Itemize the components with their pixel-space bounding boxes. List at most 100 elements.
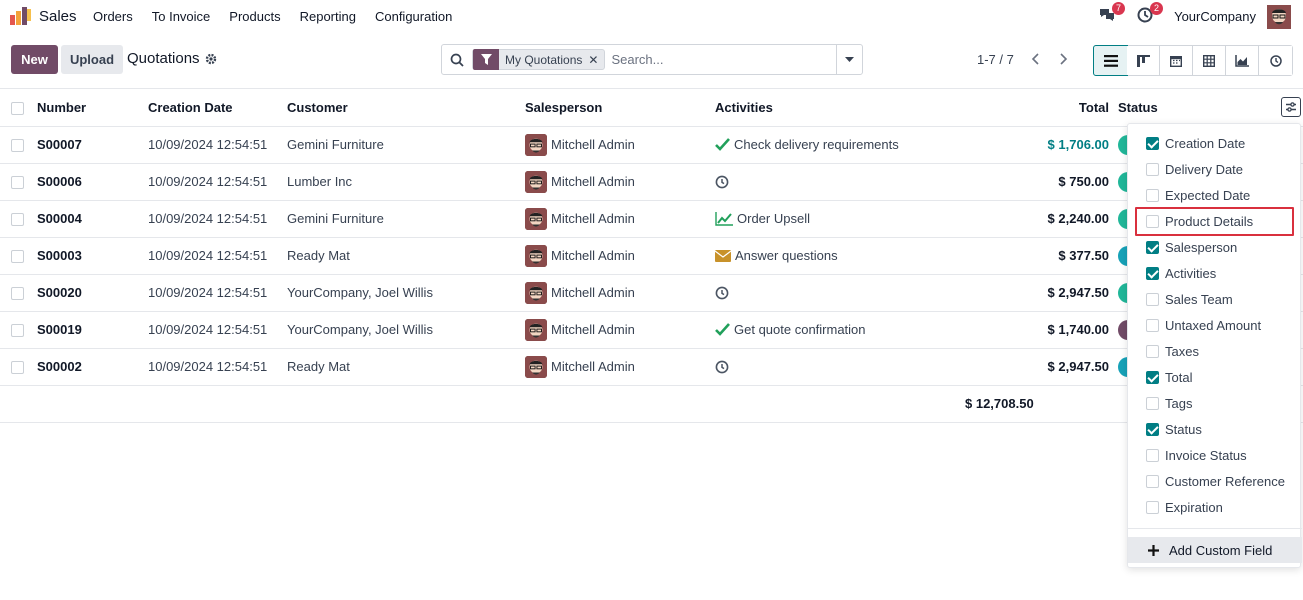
order-number[interactable]: S00003 bbox=[37, 237, 148, 275]
row-checkbox[interactable] bbox=[11, 213, 24, 227]
chart-up-icon[interactable] bbox=[715, 211, 733, 226]
upload-button[interactable]: Upload bbox=[61, 45, 123, 74]
table-row[interactable]: S00002 10/09/2024 12:54:51 Ready Mat Mit… bbox=[0, 348, 1303, 386]
optional-field-checkbox[interactable] bbox=[1146, 162, 1159, 176]
column-status[interactable]: Status bbox=[1118, 89, 1303, 127]
optional-field-invoice-status[interactable]: Invoice Status bbox=[1128, 442, 1302, 468]
gear-icon[interactable] bbox=[205, 53, 217, 65]
order-number[interactable]: S00002 bbox=[37, 348, 148, 386]
optional-field-untaxed-amount[interactable]: Untaxed Amount bbox=[1128, 312, 1302, 338]
optional-field-creation-date[interactable]: Creation Date bbox=[1128, 130, 1302, 156]
column-activities[interactable]: Activities bbox=[715, 89, 965, 127]
optional-field-checkbox[interactable] bbox=[1146, 344, 1159, 358]
activity-cell[interactable] bbox=[715, 175, 965, 189]
optional-field-checkbox[interactable] bbox=[1146, 240, 1159, 254]
table-row[interactable]: S00020 10/09/2024 12:54:51 YourCompany, … bbox=[0, 274, 1303, 312]
select-all-checkbox[interactable] bbox=[11, 101, 24, 115]
optional-field-delivery-date[interactable]: Delivery Date bbox=[1128, 156, 1302, 182]
remove-facet-icon[interactable]: ✕ bbox=[588, 53, 604, 67]
optional-field-checkbox[interactable] bbox=[1146, 396, 1159, 410]
pager-previous-icon[interactable] bbox=[1021, 45, 1049, 73]
activity-cell[interactable]: Get quote confirmation bbox=[715, 322, 965, 337]
pager-value[interactable]: 1-7 / 7 bbox=[977, 52, 1014, 67]
list-view-icon[interactable] bbox=[1093, 45, 1128, 76]
messages-icon[interactable]: 7 bbox=[1096, 2, 1125, 26]
menu-products[interactable]: Products bbox=[229, 9, 280, 24]
menu-reporting[interactable]: Reporting bbox=[300, 9, 356, 24]
row-checkbox[interactable] bbox=[11, 139, 24, 153]
row-checkbox[interactable] bbox=[11, 361, 24, 375]
order-number[interactable]: S00006 bbox=[37, 163, 148, 201]
user-avatar[interactable] bbox=[1267, 5, 1291, 29]
clock-icon[interactable] bbox=[715, 286, 729, 300]
optional-field-checkbox[interactable] bbox=[1146, 266, 1159, 280]
optional-field-checkbox[interactable] bbox=[1146, 292, 1159, 306]
table-row[interactable]: S00004 10/09/2024 12:54:51 Gemini Furnit… bbox=[0, 200, 1303, 238]
optional-field-checkbox[interactable] bbox=[1146, 500, 1159, 514]
optional-field-checkbox[interactable] bbox=[1146, 136, 1159, 150]
column-customer[interactable]: Customer bbox=[287, 89, 525, 127]
add-custom-field-button[interactable]: Add Custom Field bbox=[1128, 537, 1302, 563]
optional-field-checkbox[interactable] bbox=[1146, 448, 1159, 462]
new-button[interactable]: New bbox=[11, 45, 58, 74]
menu-orders[interactable]: Orders bbox=[93, 9, 133, 24]
optional-field-sales-team[interactable]: Sales Team bbox=[1128, 286, 1302, 312]
menu-configuration[interactable]: Configuration bbox=[375, 9, 452, 24]
column-creation-date[interactable]: Creation Date bbox=[148, 89, 287, 127]
table-row[interactable]: S00003 10/09/2024 12:54:51 Ready Mat Mit… bbox=[0, 237, 1303, 275]
column-salesperson[interactable]: Salesperson bbox=[525, 89, 715, 127]
row-checkbox[interactable] bbox=[11, 287, 24, 301]
row-checkbox[interactable] bbox=[11, 324, 24, 338]
optional-field-taxes[interactable]: Taxes bbox=[1128, 338, 1302, 364]
optional-field-checkbox[interactable] bbox=[1146, 474, 1159, 488]
row-checkbox[interactable] bbox=[11, 176, 24, 190]
optional-field-total[interactable]: Total bbox=[1128, 364, 1302, 390]
table-row[interactable]: S00019 10/09/2024 12:54:51 YourCompany, … bbox=[0, 311, 1303, 349]
graph-view-icon[interactable] bbox=[1226, 46, 1259, 75]
optional-field-checkbox[interactable] bbox=[1146, 188, 1159, 202]
column-total[interactable]: Total bbox=[965, 89, 1118, 127]
optional-field-checkbox[interactable] bbox=[1146, 370, 1159, 384]
app-name[interactable]: Sales bbox=[39, 8, 77, 25]
activity-view-icon[interactable] bbox=[1259, 46, 1292, 75]
order-number[interactable]: S00020 bbox=[37, 274, 148, 312]
envelope-icon[interactable] bbox=[715, 249, 731, 262]
activity-cell[interactable] bbox=[715, 360, 965, 374]
optional-field-expected-date[interactable]: Expected Date bbox=[1128, 182, 1302, 208]
column-number[interactable]: Number bbox=[37, 89, 148, 127]
check-icon[interactable] bbox=[715, 138, 730, 151]
sales-app-icon[interactable] bbox=[10, 7, 32, 25]
clock-icon[interactable] bbox=[715, 360, 729, 374]
optional-field-customer-reference[interactable]: Customer Reference bbox=[1128, 468, 1302, 494]
company-switcher[interactable]: YourCompany bbox=[1174, 9, 1256, 24]
activity-cell[interactable]: Order Upsell bbox=[715, 211, 965, 226]
row-checkbox[interactable] bbox=[11, 250, 24, 264]
optional-columns-toggle[interactable] bbox=[1281, 97, 1301, 117]
optional-field-checkbox[interactable] bbox=[1146, 422, 1159, 436]
clock-icon[interactable] bbox=[715, 175, 729, 189]
optional-field-activities[interactable]: Activities bbox=[1128, 260, 1302, 286]
check-icon[interactable] bbox=[715, 323, 730, 336]
order-number[interactable]: S00004 bbox=[37, 200, 148, 238]
search-icon[interactable] bbox=[442, 53, 472, 67]
pager-next-icon[interactable] bbox=[1050, 45, 1078, 73]
search-input[interactable] bbox=[611, 52, 830, 67]
optional-field-salesperson[interactable]: Salesperson bbox=[1128, 234, 1302, 260]
kanban-view-icon[interactable] bbox=[1127, 46, 1160, 75]
order-number[interactable]: S00019 bbox=[37, 311, 148, 349]
menu-to-invoice[interactable]: To Invoice bbox=[152, 9, 211, 24]
activity-clock-icon[interactable]: 2 bbox=[1134, 2, 1163, 26]
pivot-view-icon[interactable] bbox=[1193, 46, 1226, 75]
activity-cell[interactable]: Check delivery requirements bbox=[715, 137, 965, 152]
optional-field-tags[interactable]: Tags bbox=[1128, 390, 1302, 416]
search-options-toggle[interactable] bbox=[836, 45, 862, 74]
activity-cell[interactable] bbox=[715, 286, 965, 300]
activity-cell[interactable]: Answer questions bbox=[715, 248, 965, 263]
optional-field-checkbox[interactable] bbox=[1146, 318, 1159, 332]
optional-field-expiration[interactable]: Expiration bbox=[1128, 494, 1302, 520]
order-number[interactable]: S00007 bbox=[37, 126, 148, 164]
table-row[interactable]: S00007 10/09/2024 12:54:51 Gemini Furnit… bbox=[0, 126, 1303, 164]
calendar-view-icon[interactable] bbox=[1160, 46, 1193, 75]
table-row[interactable]: S00006 10/09/2024 12:54:51 Lumber Inc Mi… bbox=[0, 163, 1303, 201]
optional-field-status[interactable]: Status bbox=[1128, 416, 1302, 442]
